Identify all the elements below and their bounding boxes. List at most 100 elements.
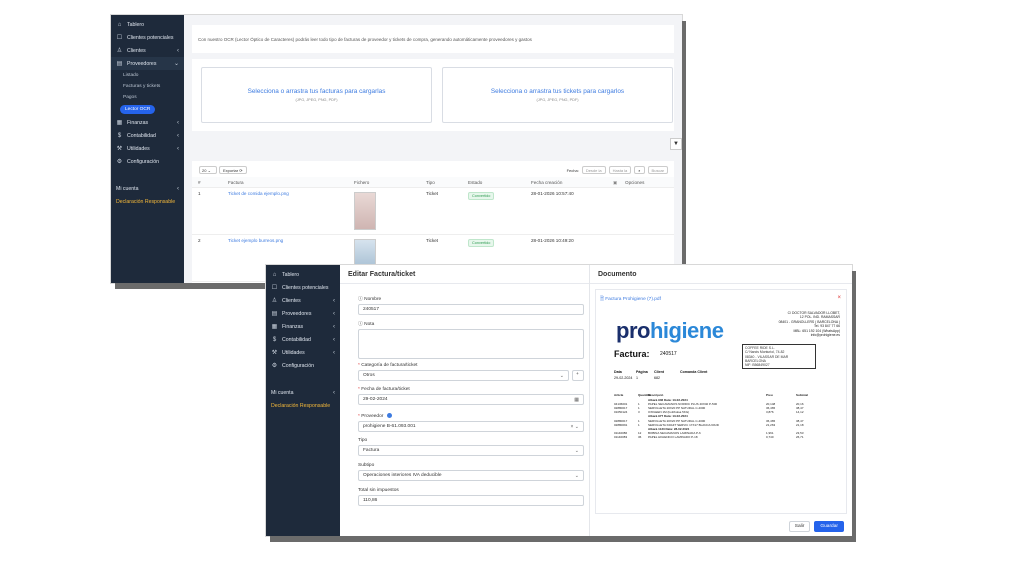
sidebar-item-declaracion[interactable]: Declaración Responsable <box>266 399 340 412</box>
sidebar-item-finanzas[interactable]: ▦ Finanzas ‹ <box>111 116 184 129</box>
edit-invoice-window: ⌂ Tablero ☐ Clientes potenciales ♙ Clientes… <box>266 265 852 536</box>
invoice-dropzone[interactable]: Selecciona o arrastra tus facturas para … <box>201 67 432 123</box>
proveedor-field-group: * Proveedor prohigiene B-61.093.001 × ⌄ <box>358 413 584 432</box>
sidebar-item-contabilidad[interactable]: $ Contabilidad ‹ <box>111 129 184 142</box>
save-button[interactable]: Guardar <box>814 521 844 532</box>
sidebar-item-tablero[interactable]: ⌂ Tablero <box>266 268 340 281</box>
sidebar-sub-facturas[interactable]: Facturas y tickets <box>111 81 184 92</box>
export-button[interactable]: Exportar ⟳ <box>219 166 247 174</box>
pdf-file-link[interactable]: 🗎 Factura Prohigiene (7).pdf <box>600 296 661 304</box>
tipo-select[interactable]: Factura ⌄ <box>358 445 584 456</box>
subtipo-select[interactable]: Operaciones interiores IVA deducible ⌄ <box>358 470 584 481</box>
categoria-field-group: * Categoría de factura/ticket Otros ⌄ + <box>358 363 584 381</box>
calendar-icon[interactable]: ▦ <box>574 397 579 403</box>
line-cell: 01140083 <box>614 434 628 439</box>
ticket-dropzone[interactable]: Selecciona o arrastra tus tickets para c… <box>442 67 673 123</box>
sidebar-sub-listado[interactable]: Listado <box>111 70 184 81</box>
sidebar-item-label: Mi cuenta <box>271 389 294 396</box>
sort-icon[interactable]: ▣ <box>613 180 617 186</box>
pdf-file-icon: 🗎 <box>600 297 604 302</box>
ledger-icon: ▦ <box>116 120 123 126</box>
sidebar-item-label: Contabilidad <box>127 132 156 139</box>
fecha-value: 29-02-2024 <box>363 397 388 402</box>
client-line: NIF: B56849027 <box>745 363 770 368</box>
sidebar-sub-pagos[interactable]: Pagos <box>111 92 184 103</box>
help-icon[interactable] <box>386 413 392 418</box>
sidebar-item-tablero[interactable]: ⌂ Tablero <box>111 18 184 31</box>
sidebar-item-mi-cuenta[interactable]: Mi cuenta ‹ <box>111 182 184 195</box>
inbox-icon: ☐ <box>116 35 123 41</box>
chevron-down-icon: ⌄ <box>574 473 579 479</box>
status-badge: Convertido <box>468 192 495 200</box>
sidebar-item-label: Proveedores <box>127 60 157 67</box>
sidebar-sub-lector-ocr[interactable]: Lector OCR <box>120 105 156 114</box>
add-category-button[interactable]: + <box>572 370 584 381</box>
filter-toggle-icon[interactable]: ▼ <box>670 138 682 150</box>
sidebar-item-clientes[interactable]: ♙ Clientes ‹ <box>266 294 340 307</box>
chevron-left-icon: ‹ <box>177 119 179 126</box>
categoria-value: Otros <box>363 373 375 378</box>
line-cell: 02880091 <box>614 422 628 427</box>
dollar-icon: $ <box>272 336 277 343</box>
sidebar-item-clientes-potenciales[interactable]: ☐ Clientes potenciales <box>111 31 184 44</box>
search-input[interactable]: Buscar <box>647 166 668 174</box>
logo-part-a: pro <box>616 318 650 343</box>
ocr-window: ⌂ Tablero ☐ Clientes potenciales ♙ Clientes… <box>111 15 682 283</box>
line-cell: 14,12 <box>796 410 804 415</box>
document-panel: Documento 🗎 Factura Prohigiene (7).pdf ×… <box>590 265 852 536</box>
sidebar-item-label: Tablero <box>127 21 145 28</box>
date-to-input[interactable]: Hasta la <box>608 166 632 174</box>
tipo-field-group: Tipo Factura ⌄ <box>358 438 584 456</box>
sidebar-item-configuracion[interactable]: ⚙ Configuración <box>111 155 184 168</box>
invoice-meta: Data Página Client Comanda Client 29-02-… <box>614 370 722 380</box>
sidebar-item-clientes-potenciales[interactable]: ☐ Clientes potenciales <box>266 281 340 294</box>
chevron-left-icon: ‹ <box>333 349 335 356</box>
total-label: Total sin impuestos <box>358 488 399 493</box>
sidebar-item-label: Finanzas <box>282 323 304 330</box>
close-icon[interactable]: × <box>837 295 841 301</box>
exit-button[interactable]: Salir <box>788 521 811 532</box>
col-factura: Factura <box>228 180 244 185</box>
sidebar-item-utilidades[interactable]: ⚒ Utilidades ‹ <box>266 346 340 359</box>
row-factura-link[interactable]: Ticket de comida ejemplo.png <box>228 191 289 196</box>
sidebar-item-clientes[interactable]: ♙ Clientes ‹ <box>111 44 184 57</box>
page-size-select[interactable]: 20 ⌄ <box>199 166 217 174</box>
row-num: 1 <box>198 191 201 196</box>
search-button[interactable]: ⌕ <box>634 166 645 174</box>
sidebar-item-contabilidad[interactable]: $ Contabilidad ‹ <box>266 333 340 346</box>
chevron-left-icon: ‹ <box>177 145 179 152</box>
wallet-icon: ▤ <box>271 311 278 317</box>
tools-icon: ⚒ <box>271 350 278 356</box>
invoice-number: 240517 <box>660 351 677 357</box>
fecha-input[interactable]: 29-02-2024 ▦ <box>358 394 584 405</box>
chevron-left-icon: ‹ <box>333 389 335 396</box>
proveedor-select[interactable]: prohigiene B-61.093.001 × ⌄ <box>358 420 584 432</box>
sidebar-item-label: Utilidades <box>127 145 150 152</box>
nota-field-group: ⓘ Nota <box>358 320 584 359</box>
sidebar-item-label: Tablero <box>282 271 300 278</box>
sidebar-item-finanzas[interactable]: ▦ Finanzas ‹ <box>266 320 340 333</box>
meta-value <box>680 376 722 380</box>
row-fecha: 28-01-2026 10:57:40 <box>531 191 574 196</box>
sidebar-item-utilidades[interactable]: ⚒ Utilidades ‹ <box>111 142 184 155</box>
row-num: 2 <box>198 238 201 243</box>
sidebar-item-proveedores[interactable]: ▤ Proveedores ⌄ <box>111 57 184 70</box>
row-factura-link[interactable]: Ticket ejemplo burreos.png <box>228 238 283 243</box>
info-circle-icon: ⓘ <box>358 297 363 302</box>
sidebar: ⌂ Tablero ☐ Clientes potenciales ♙ Clientes… <box>111 15 184 283</box>
date-from-input[interactable]: Desde la <box>581 166 606 174</box>
file-thumbnail[interactable] <box>354 192 376 230</box>
sidebar-item-mi-cuenta[interactable]: Mi cuenta ‹ <box>266 386 340 399</box>
categoria-select[interactable]: Otros ⌄ <box>358 370 569 381</box>
sidebar-item-proveedores[interactable]: ▤ Proveedores ‹ <box>266 307 340 320</box>
sidebar-item-declaracion[interactable]: Declaración Responsable <box>111 195 184 208</box>
nota-textarea[interactable] <box>358 329 584 359</box>
total-input[interactable]: 110,86 <box>358 495 584 506</box>
clear-chevron-icon[interactable]: × ⌄ <box>571 424 580 430</box>
proveedor-value: prohigiene B-61.093.001 <box>363 423 416 429</box>
chevron-left-icon: ‹ <box>333 336 335 343</box>
line-cell: 3 <box>638 410 640 415</box>
chevron-left-icon: ‹ <box>177 185 179 192</box>
nombre-input[interactable]: 240517 <box>358 304 584 315</box>
sidebar-item-configuracion[interactable]: ⚙ Configuración <box>266 359 340 372</box>
